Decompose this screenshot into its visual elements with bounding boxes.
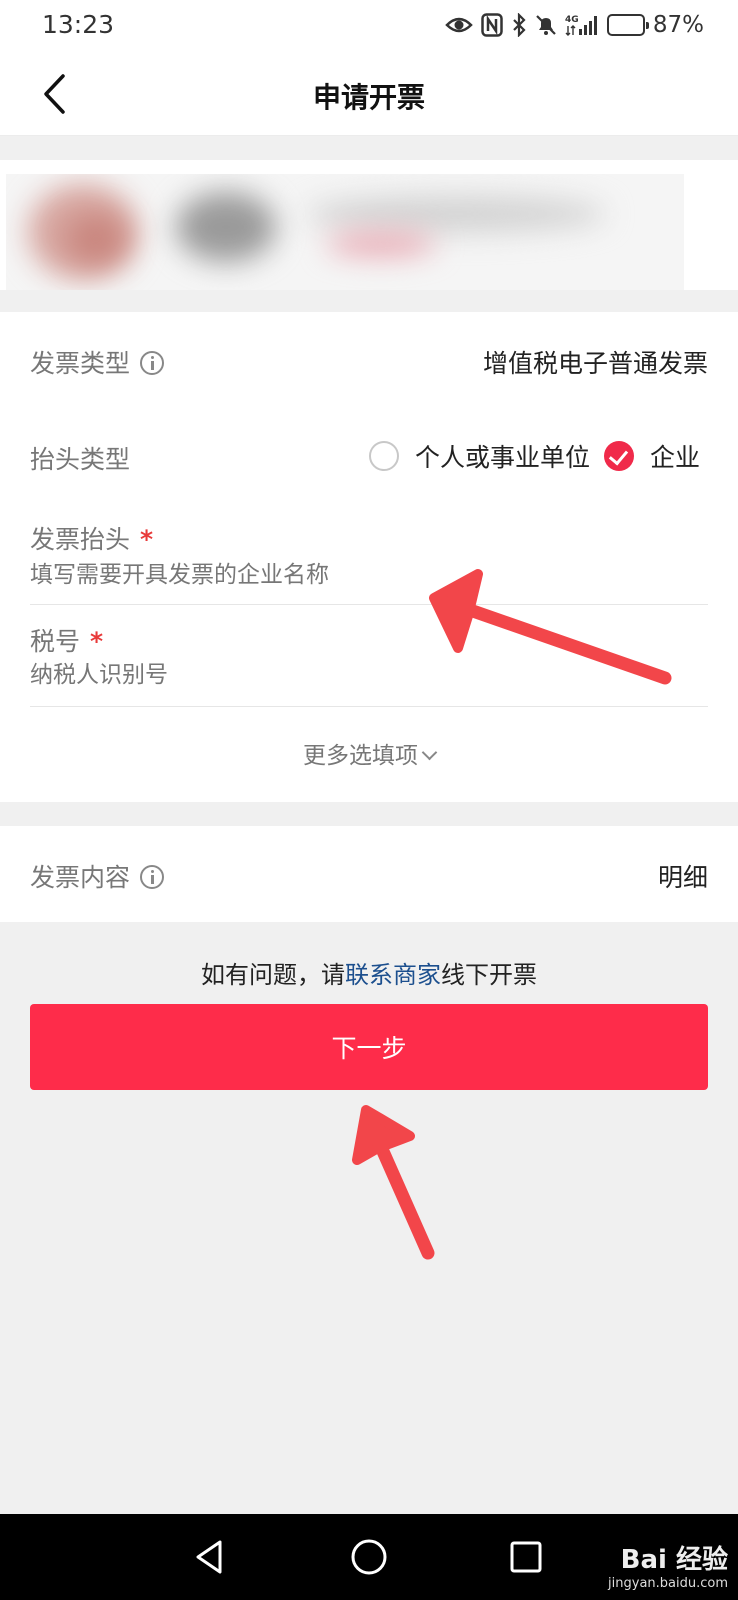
annotation-arrow	[352, 1105, 435, 1260]
nfc-icon	[481, 13, 503, 37]
svg-text:4G: 4G	[565, 15, 579, 25]
tax-id-label: 税号 *	[30, 622, 103, 658]
contact-merchant-link[interactable]: 联系商家	[345, 961, 441, 989]
radio-checked-icon	[603, 441, 634, 471]
nav-back-button[interactable]	[188, 1534, 234, 1580]
info-icon[interactable]	[140, 865, 165, 889]
page-title: 申请开票	[312, 81, 425, 114]
android-nav-bar: Bai 经验 jingyan.baidu.com	[0, 1514, 738, 1600]
invoice-content-label: 发票内容	[30, 863, 131, 892]
battery-percent: 87%	[652, 12, 704, 38]
radio-personal-label: 个人或事业单位	[414, 443, 590, 472]
chevron-down-icon	[421, 744, 438, 761]
bluetooth-icon	[511, 13, 527, 37]
invoice-title-input[interactable]	[30, 558, 630, 592]
divider	[30, 604, 708, 605]
required-star: *	[140, 525, 154, 554]
square-recents-icon	[510, 1541, 542, 1573]
radio-enterprise-label: 企业	[649, 443, 700, 472]
nav-bar: 申请开票	[0, 52, 738, 136]
watermark-logo: Bai 经验	[620, 1545, 728, 1576]
invoice-settings-section: 发票类型 增值税电子普通发票 抬头类型 个人或事业单位 企业 发票抬头 * 税号 *…	[0, 312, 738, 802]
invoice-title-label-text: 发票抬头	[30, 525, 131, 554]
radio-enterprise[interactable]: 企业	[603, 438, 700, 474]
circle-home-icon	[351, 1539, 387, 1575]
invoice-type-label: 发票类型	[30, 349, 131, 378]
tax-id-label-text: 税号	[30, 627, 81, 656]
mute-icon	[535, 13, 557, 37]
invoice-content-value[interactable]: 明细	[658, 858, 708, 894]
signal-4g-icon: 4G	[565, 13, 599, 37]
next-step-button[interactable]: 下一步	[30, 1004, 708, 1090]
blurred-product-info	[6, 174, 684, 290]
divider	[30, 706, 708, 707]
help-prefix: 如有问题，请	[201, 961, 345, 989]
header-type-radio-group: 个人或事业单位 企业	[368, 438, 700, 474]
info-icon[interactable]	[140, 351, 165, 375]
nav-home-button[interactable]	[346, 1534, 392, 1580]
invoice-title-label: 发票抬头 *	[30, 520, 153, 556]
watermark: Bai 经验 jingyan.baidu.com	[608, 1545, 728, 1592]
status-icons: 4G 87%	[445, 10, 704, 40]
more-options-label: 更多选填项	[303, 743, 418, 769]
battery-icon	[606, 14, 649, 36]
status-time: 13:23	[42, 10, 115, 39]
help-text: 如有问题，请联系商家线下开票	[0, 955, 738, 990]
invoice-content-row: 发票内容	[30, 858, 165, 894]
watermark-url: jingyan.baidu.com	[608, 1576, 728, 1592]
invoice-type-row: 发票类型	[30, 344, 165, 380]
help-suffix: 线下开票	[441, 961, 537, 989]
required-star: *	[90, 627, 104, 656]
eye-icon	[445, 15, 473, 35]
radio-personal[interactable]: 个人或事业单位	[368, 438, 590, 474]
product-card[interactable]	[0, 160, 738, 290]
status-bar: 13:23 4G 87%	[0, 0, 738, 52]
invoice-type-value[interactable]: 增值税电子普通发票	[483, 344, 708, 380]
invoice-content-section: 发票内容 明细	[0, 826, 738, 922]
more-options-toggle[interactable]: 更多选填项	[0, 736, 738, 770]
triangle-back-icon	[196, 1540, 222, 1574]
tax-id-input[interactable]	[30, 658, 630, 692]
header-type-label: 抬头类型	[30, 445, 131, 474]
radio-unchecked-icon	[368, 441, 399, 471]
nav-recents-button[interactable]	[503, 1534, 549, 1580]
